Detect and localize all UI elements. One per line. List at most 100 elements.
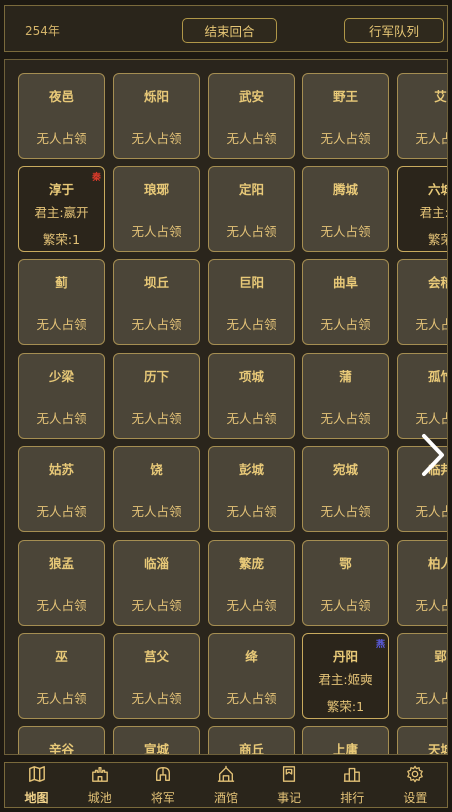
city-cell[interactable]: 项城 无人占领: [208, 353, 295, 439]
city-status: 无人占领: [226, 317, 277, 332]
city-cell[interactable]: 临淄 无人占领: [113, 540, 200, 626]
city-name: 曲阜: [332, 275, 358, 290]
city-cell[interactable]: 定阳 无人占领: [208, 166, 295, 252]
city-cell[interactable]: 天城: [397, 726, 447, 754]
city-cell[interactable]: 丹阳 君主:姬奭 繁荣:1 燕: [302, 633, 389, 719]
city-cell[interactable]: 巫无人占领: [18, 633, 105, 719]
city-cell[interactable]: 孤竹无人占领: [397, 353, 447, 439]
chevron-right-icon[interactable]: [415, 428, 448, 482]
city-status: 无人占领: [415, 504, 447, 519]
city-status: 无人占领: [226, 411, 277, 426]
city-cell[interactable]: 武安 无人占领: [208, 73, 295, 159]
city-name: 商丘: [238, 742, 264, 755]
book-icon: [280, 765, 298, 787]
march-queue-button[interactable]: 行军队列: [344, 18, 444, 43]
city-status: 无人占领: [320, 131, 371, 146]
city-name: 临淄: [143, 556, 169, 571]
top-bar: 254年 结束回合 行军队列: [4, 5, 448, 52]
city-status: 无人占领: [36, 131, 87, 146]
city-cell[interactable]: 曲阜 无人占领: [302, 259, 389, 345]
city-name: 少梁: [48, 369, 74, 384]
city-cell[interactable]: 上庸: [302, 726, 389, 754]
faction-badge: 燕: [375, 640, 385, 650]
city-name: 狼孟: [48, 556, 74, 571]
city-name: 会稽: [427, 275, 447, 290]
city-cell[interactable]: 郢无人占领: [397, 633, 447, 719]
city-cell[interactable]: 宣城: [113, 726, 200, 754]
city-status: 无人占领: [415, 691, 447, 706]
city-cell[interactable]: 辛谷: [18, 726, 105, 755]
city-prosperity: 繁荣:1: [42, 232, 81, 247]
city-cell[interactable]: 莒父 无人占领: [113, 633, 200, 719]
city-lord: 君主:嬴: [419, 205, 447, 220]
city-cell[interactable]: 夜邑 无人占领: [18, 73, 105, 159]
city-cell[interactable]: 蒲无人占领: [302, 353, 389, 439]
city-status: 无人占领: [320, 504, 371, 519]
city-status: 无人占领: [415, 317, 447, 332]
city-name: 饶: [150, 462, 163, 477]
city-name: 孤竹: [427, 369, 447, 384]
nav-item-castle[interactable]: 城池: [70, 763, 130, 807]
city-cell[interactable]: 历下 无人占领: [113, 353, 200, 439]
city-cell[interactable]: 狼孟 无人占领: [18, 540, 105, 626]
city-cell[interactable]: 柏人无人占领: [397, 540, 447, 626]
city-cell[interactable]: 六城君主:嬴繁荣: [397, 166, 447, 252]
city-name: 蓟: [55, 275, 68, 290]
nav-item-helmet[interactable]: 将军: [133, 763, 193, 807]
city-status: 无人占领: [226, 691, 277, 706]
city-name: 彭城: [238, 462, 264, 477]
city-status: 无人占领: [226, 598, 277, 613]
city-cell[interactable]: 琅琊 无人占领: [113, 166, 200, 252]
city-status: 无人占领: [320, 224, 371, 239]
city-cell[interactable]: 蓟无人占领: [18, 259, 105, 345]
city-grid: 夜邑无人占领烁阳无人占领武安无人占领野王无人占领艾无人占领淳于君主:嬴开繁荣:1…: [5, 60, 447, 754]
city-cell[interactable]: 腾城 无人占领: [302, 166, 389, 252]
city-cell[interactable]: 繁庞 无人占领: [208, 540, 295, 626]
city-cell[interactable]: 坝丘 无人占领: [113, 259, 200, 345]
city-lord: 君主:嬴开: [34, 205, 89, 220]
city-status: 无人占领: [320, 598, 371, 613]
city-name: 艾: [434, 89, 447, 104]
city-name: 辛谷: [48, 742, 74, 755]
city-name: 郢: [434, 649, 447, 664]
city-cell[interactable]: 少梁 无人占领: [18, 353, 105, 439]
city-cell[interactable]: 淳于 君主:嬴开 繁荣:1 秦: [18, 166, 105, 252]
city-status: 无人占领: [415, 411, 447, 426]
city-name: 柏人: [427, 556, 447, 571]
city-cell[interactable]: 会稽无人占领: [397, 259, 447, 345]
city-cell[interactable]: 绛无人占领: [208, 633, 295, 719]
city-status: 无人占领: [131, 411, 182, 426]
city-cell[interactable]: 野王 无人占领: [302, 73, 389, 159]
ranking-icon: [343, 765, 361, 787]
nav-item-tavern[interactable]: 酒馆: [196, 763, 256, 807]
faction-badge: 秦: [91, 173, 101, 183]
city-map-board[interactable]: 夜邑无人占领烁阳无人占领武安无人占领野王无人占领艾无人占领淳于君主:嬴开繁荣:1…: [4, 59, 448, 755]
city-name: 坝丘: [143, 275, 169, 290]
nav-label: 酒馆: [213, 790, 238, 805]
city-status: 无人占领: [36, 411, 87, 426]
city-cell[interactable]: 鄂无人占领: [302, 540, 389, 626]
end-turn-button[interactable]: 结束回合: [182, 18, 277, 43]
nav-label: 事记: [277, 790, 302, 805]
city-cell[interactable]: 艾无人占领: [397, 73, 447, 159]
city-name: 绛: [245, 649, 258, 664]
city-prosperity: 繁荣: [427, 232, 447, 247]
city-name: 莒父: [143, 649, 169, 664]
nav-item-ranking[interactable]: 排行: [322, 763, 382, 807]
city-cell[interactable]: 商丘: [208, 726, 295, 755]
nav-item-map[interactable]: 地图: [7, 763, 67, 807]
city-cell[interactable]: 宛城 无人占领: [302, 446, 389, 532]
city-status: 无人占领: [36, 317, 87, 332]
city-cell[interactable]: 饶无人占领: [113, 446, 200, 532]
city-status: 无人占领: [36, 504, 87, 519]
city-status: 无人占领: [320, 317, 371, 332]
nav-item-gear[interactable]: 设置: [385, 763, 445, 807]
nav-item-book[interactable]: 事记: [259, 763, 319, 807]
city-cell[interactable]: 烁阳 无人占领: [113, 73, 200, 159]
city-name: 蒲: [339, 369, 352, 384]
city-status: 无人占领: [131, 224, 182, 239]
city-name: 夜邑: [48, 89, 74, 104]
city-cell[interactable]: 巨阳 无人占领: [208, 259, 295, 345]
city-cell[interactable]: 彭城 无人占领: [208, 446, 295, 532]
city-cell[interactable]: 姑苏 无人占领: [18, 446, 105, 532]
